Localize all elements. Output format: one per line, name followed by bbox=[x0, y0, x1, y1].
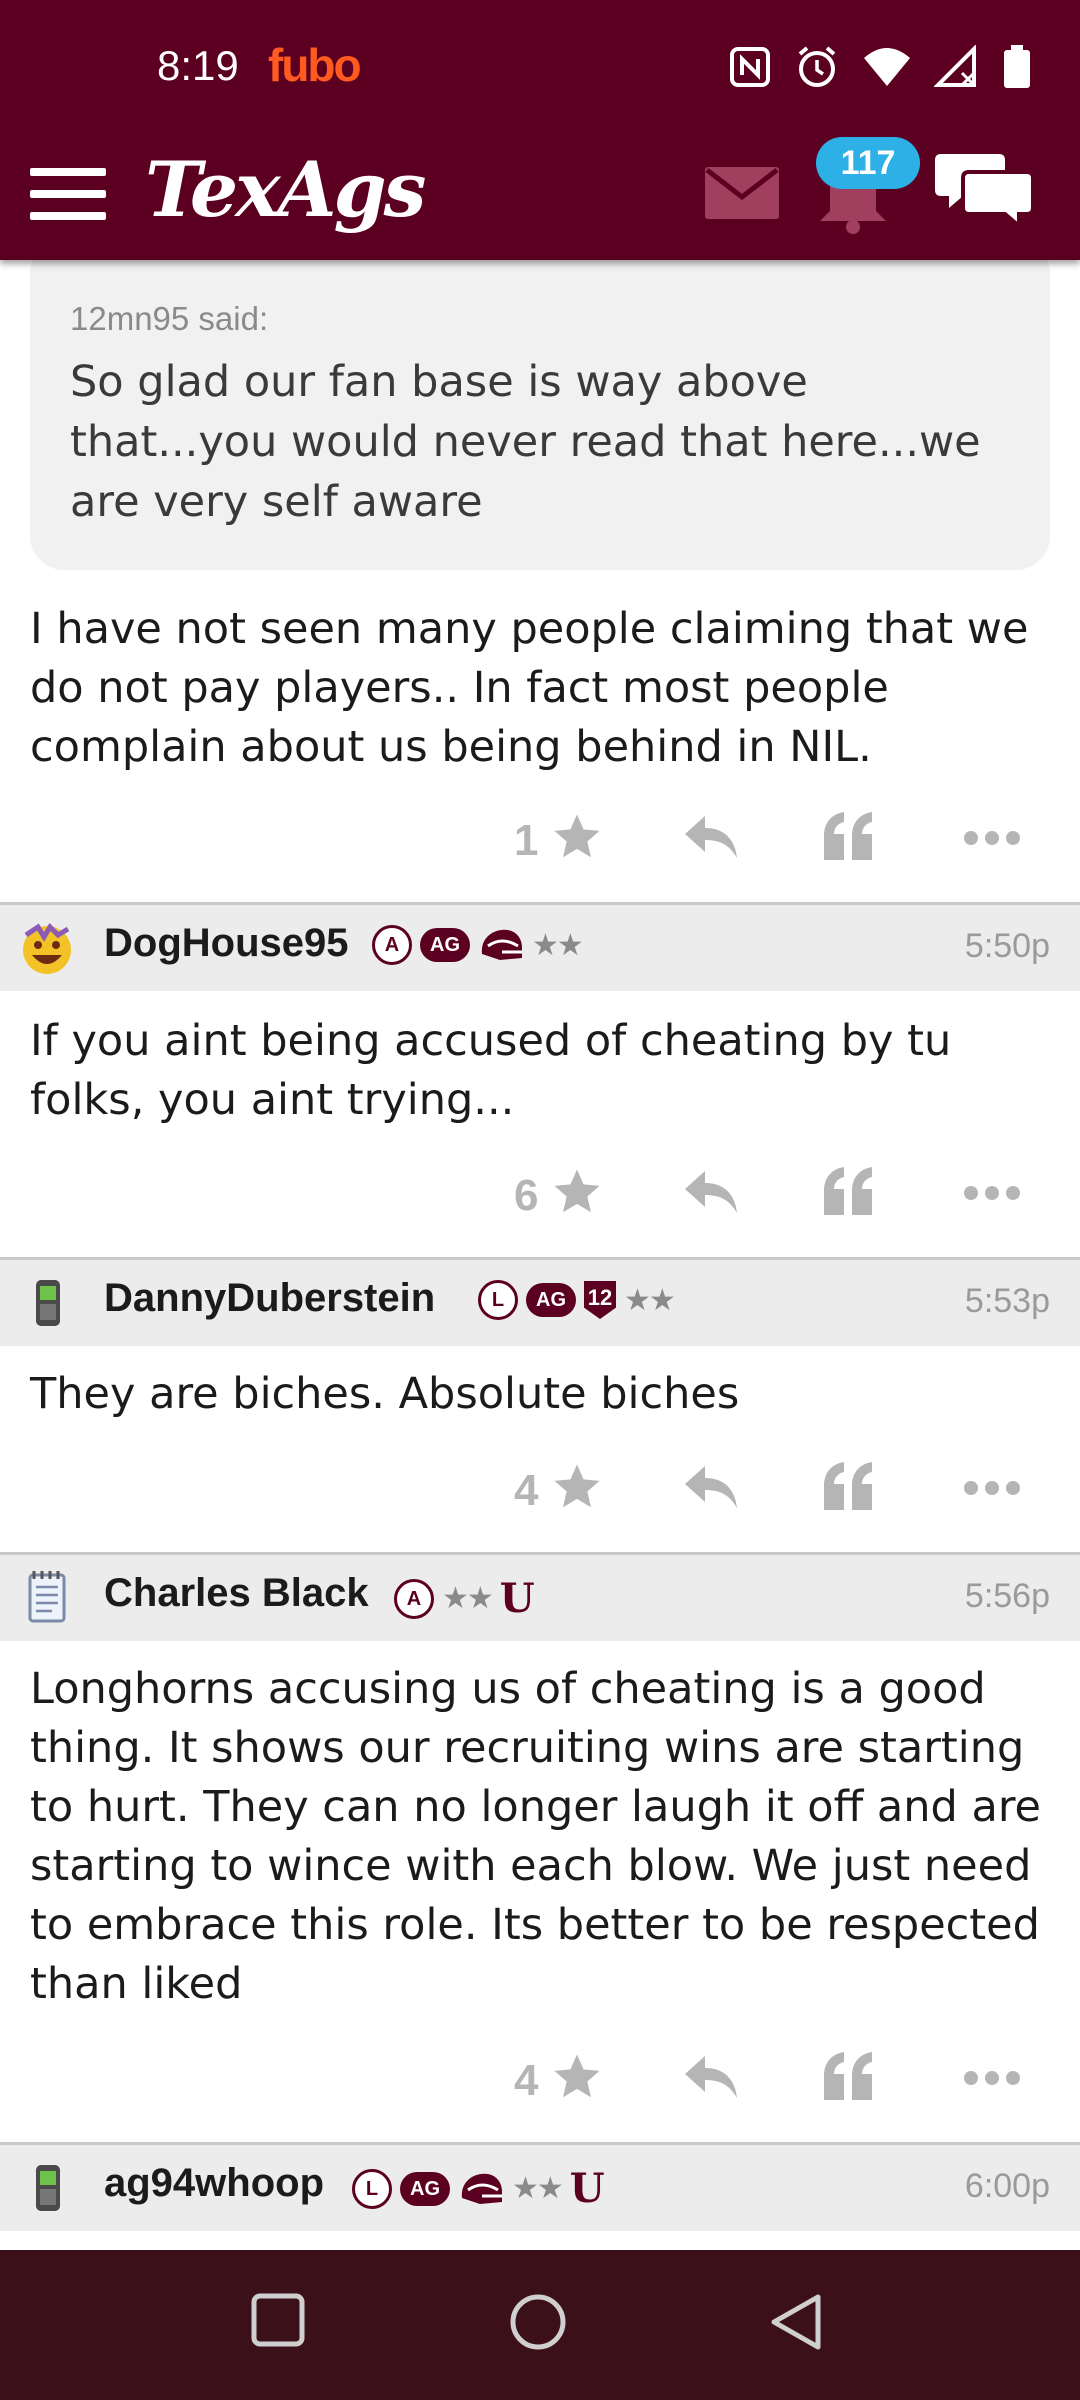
post-body: Longhorns accusing us of cheating is a g… bbox=[30, 1664, 1042, 2009]
badge-ag: AG bbox=[420, 928, 470, 962]
user-badges: A ★★ U bbox=[394, 1575, 535, 1622]
badge-l: L bbox=[478, 1280, 518, 1320]
username[interactable]: DannyDuberstein bbox=[104, 1276, 435, 1321]
user-stars: ★★ bbox=[624, 1282, 676, 1318]
home-icon[interactable] bbox=[508, 2292, 568, 2352]
user-stars: ★★ bbox=[512, 2171, 564, 2206]
helmet-icon bbox=[461, 2173, 502, 2204]
menu-icon[interactable] bbox=[30, 160, 106, 220]
post-body: If you aint being accused of cheating by… bbox=[30, 1016, 952, 1125]
post-header[interactable]: DogHouse95 A AG ★★ 5:50p bbox=[0, 905, 1080, 991]
helmet-icon bbox=[481, 929, 522, 960]
star-icon[interactable] bbox=[550, 810, 604, 864]
chat-icon[interactable] bbox=[935, 150, 1035, 232]
more-options-icon[interactable] bbox=[963, 2070, 1021, 2086]
battery-icon bbox=[1004, 45, 1030, 88]
quote-icon[interactable] bbox=[822, 1167, 874, 1215]
badge-ag: AG bbox=[400, 2171, 450, 2206]
quote-icon[interactable] bbox=[822, 2052, 874, 2100]
badge-u: U bbox=[499, 1575, 535, 1622]
post-time: 5:53p bbox=[964, 1282, 1050, 1320]
badge-a: A bbox=[394, 1578, 434, 1619]
user-badges: L AG ★★ U bbox=[352, 2165, 605, 2212]
thread-content[interactable]: 12mn95 said: So glad our fan base is way… bbox=[0, 260, 1080, 2250]
more-options-icon[interactable] bbox=[963, 1185, 1021, 1201]
avatar[interactable] bbox=[16, 917, 78, 979]
more-options-icon[interactable] bbox=[963, 1480, 1021, 1496]
quote-icon[interactable] bbox=[822, 1462, 874, 1510]
user-stars: ★★ bbox=[442, 1581, 494, 1616]
status-icons bbox=[728, 44, 1032, 90]
star-icon[interactable] bbox=[550, 1165, 604, 1219]
post-time: 5:50p bbox=[964, 927, 1050, 965]
user-stars: ★★ bbox=[532, 927, 584, 963]
post-time: 5:56p bbox=[964, 1577, 1050, 1615]
username[interactable]: DogHouse95 bbox=[104, 921, 349, 966]
post-actions: 1 bbox=[0, 810, 1080, 870]
status-bar: 8:19 fubo bbox=[0, 0, 1080, 145]
badge-ag: AG bbox=[526, 1283, 576, 1317]
post-actions: 6 bbox=[0, 1165, 1080, 1225]
fubo-notification-icon: fubo bbox=[268, 39, 362, 91]
more-options-icon[interactable] bbox=[963, 830, 1021, 846]
reply-icon[interactable] bbox=[683, 2052, 739, 2102]
post-body: They are biches. Absolute biches bbox=[30, 1369, 740, 1419]
reply-icon[interactable] bbox=[683, 812, 739, 862]
post-time: 6:00p bbox=[964, 2167, 1050, 2205]
avatar[interactable] bbox=[16, 1272, 78, 1334]
star-icon[interactable] bbox=[550, 2050, 604, 2104]
like-count: 1 bbox=[514, 816, 539, 865]
user-badges: L AG 12 ★★ bbox=[478, 1280, 676, 1320]
post-header[interactable]: Charles Black A ★★ U 5:56p bbox=[0, 1555, 1080, 1641]
app-bar: TexAgs 117 bbox=[0, 137, 1080, 260]
post-actions: 4 bbox=[0, 2050, 1080, 2110]
mail-icon[interactable] bbox=[705, 167, 779, 219]
user-badges: A AG ★★ bbox=[372, 925, 584, 965]
status-time: 8:19 bbox=[157, 42, 239, 89]
like-count: 4 bbox=[514, 2056, 539, 2105]
wifi-icon bbox=[864, 48, 910, 86]
recents-icon[interactable] bbox=[250, 2292, 306, 2348]
like-count: 4 bbox=[514, 1466, 539, 1515]
like-count: 6 bbox=[514, 1171, 539, 1220]
username[interactable]: Charles Black bbox=[104, 1571, 369, 1616]
nfc-icon bbox=[730, 47, 770, 87]
system-navigation-bar bbox=[0, 2250, 1080, 2400]
quote-text: So glad our fan base is way above that..… bbox=[70, 357, 981, 527]
notification-count-badge[interactable]: 117 bbox=[816, 137, 920, 189]
post-actions: 4 bbox=[0, 1460, 1080, 1520]
star-icon[interactable] bbox=[550, 1460, 604, 1514]
quote-icon[interactable] bbox=[822, 812, 874, 860]
badge-a: A bbox=[372, 925, 412, 965]
avatar[interactable] bbox=[16, 1567, 78, 1629]
post-header[interactable]: DannyDuberstein L AG 12 ★★ 5:53p bbox=[0, 1260, 1080, 1346]
post-header[interactable]: ag94whoop L AG ★★ U 6:00p bbox=[0, 2145, 1080, 2231]
alarm-icon bbox=[798, 46, 836, 87]
username[interactable]: ag94whoop bbox=[104, 2161, 324, 2206]
badge-l: L bbox=[352, 2168, 392, 2209]
reply-icon[interactable] bbox=[683, 1167, 739, 1217]
quote-author: 12mn95 said: bbox=[70, 300, 269, 337]
badge-u: U bbox=[569, 2165, 605, 2212]
avatar[interactable] bbox=[16, 2157, 78, 2219]
back-icon[interactable] bbox=[768, 2292, 824, 2352]
reply-icon[interactable] bbox=[683, 1462, 739, 1512]
texags-logo[interactable]: TexAgs bbox=[145, 145, 426, 234]
post-body: I have not seen many people claiming tha… bbox=[30, 604, 1029, 772]
badge-12th-man: 12 bbox=[584, 1281, 616, 1319]
signal-icon bbox=[934, 45, 976, 87]
